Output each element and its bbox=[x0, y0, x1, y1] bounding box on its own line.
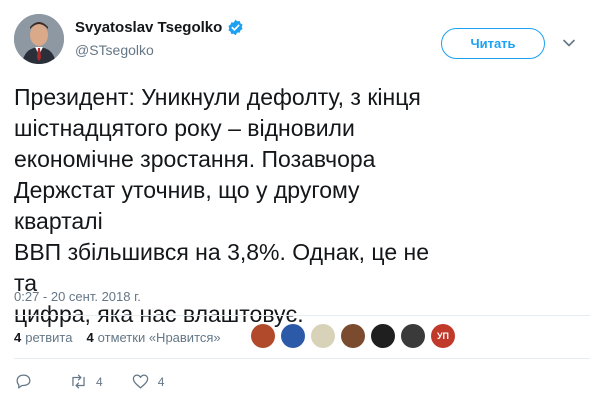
retweet-stat[interactable]: 4 ретвита bbox=[14, 330, 72, 345]
follow-button[interactable]: Читать bbox=[441, 28, 545, 59]
like-count: 4 bbox=[86, 330, 94, 345]
liker-avatars: УП bbox=[251, 324, 461, 348]
liker-avatar-2[interactable] bbox=[281, 324, 305, 348]
name-row: Svyatoslav Tsegolko bbox=[75, 19, 244, 36]
profile-avatar[interactable] bbox=[14, 14, 64, 64]
retweet-label: ретвита bbox=[25, 330, 73, 345]
chevron-down-icon[interactable] bbox=[562, 36, 576, 50]
tweet-actions: 4 4 bbox=[14, 372, 192, 391]
retweet-count: 4 bbox=[14, 330, 22, 345]
tweet-text-line: економічне зростання. Позавчора bbox=[14, 146, 376, 172]
verified-badge-icon bbox=[228, 19, 243, 36]
liker-avatar-1[interactable] bbox=[251, 324, 275, 348]
like-button[interactable]: 4 bbox=[131, 372, 165, 391]
liker-avatar-4[interactable] bbox=[341, 324, 365, 348]
like-stat[interactable]: 4 отметки «Нравится» bbox=[86, 330, 220, 345]
reply-button[interactable] bbox=[14, 372, 41, 391]
display-name[interactable]: Svyatoslav Tsegolko bbox=[75, 19, 222, 36]
tweet-timestamp[interactable]: 0:27 - 20 сент. 2018 г. bbox=[14, 289, 141, 304]
liker-avatar-6[interactable] bbox=[401, 324, 425, 348]
retweet-action-count: 4 bbox=[96, 374, 103, 389]
heart-icon bbox=[132, 374, 148, 389]
liker-avatar-7[interactable]: УП bbox=[431, 324, 455, 348]
liker-avatar-3[interactable] bbox=[311, 324, 335, 348]
like-action-count: 4 bbox=[157, 374, 165, 389]
retweet-icon bbox=[72, 374, 85, 389]
tweet-text-line: Президент: Уникнули дефолту, з кінця bbox=[14, 84, 421, 110]
divider bbox=[14, 315, 590, 316]
divider bbox=[14, 358, 590, 359]
like-label: отметки «Нравится» bbox=[97, 330, 221, 345]
liker-avatar-5[interactable] bbox=[371, 324, 395, 348]
reply-icon bbox=[16, 374, 31, 389]
engagement-stats: 4 ретвита 4 отметки «Нравится» bbox=[14, 330, 235, 345]
liker-avatar-label: УП bbox=[436, 331, 450, 341]
tweet-text-line: шістнадцятого року – відновили bbox=[14, 115, 355, 141]
retweet-button[interactable]: 4 bbox=[69, 372, 103, 391]
person-photo-icon bbox=[14, 14, 64, 64]
tweet-text-line: Держстат уточнив, що у другому кварталі bbox=[14, 177, 360, 234]
user-handle[interactable]: @STsegolko bbox=[75, 42, 154, 58]
tweet-text-line: ВВП збільшився на 3,8%. Однак, це не та bbox=[14, 239, 429, 296]
